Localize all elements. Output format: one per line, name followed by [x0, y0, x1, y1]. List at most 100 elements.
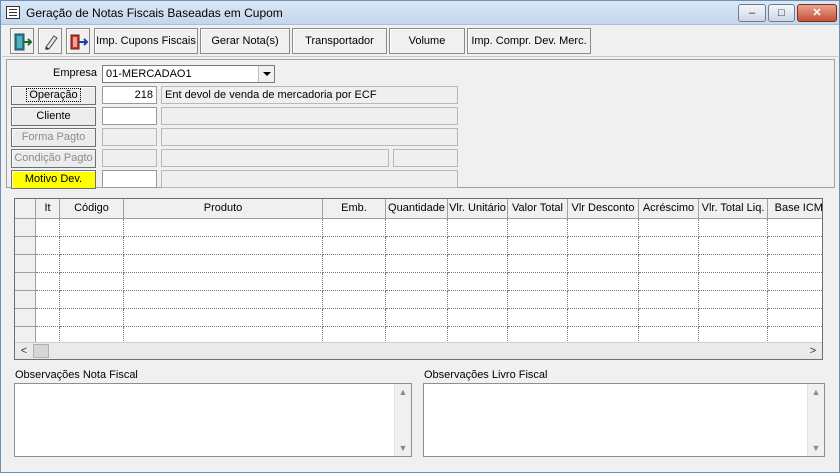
table-cell[interactable]	[386, 237, 448, 255]
table-cell[interactable]	[768, 273, 822, 291]
nota-fiscal-vertical-scrollbar[interactable]: ▲ ▼	[394, 384, 411, 456]
table-cell[interactable]	[768, 219, 822, 237]
table-cell[interactable]	[124, 237, 323, 255]
table-cell[interactable]	[60, 219, 124, 237]
table-cell[interactable]	[508, 273, 568, 291]
table-cell[interactable]	[639, 309, 699, 327]
table-cell[interactable]	[323, 237, 386, 255]
column-header-vlr-total-liq[interactable]: Vlr. Total Liq.	[699, 199, 768, 219]
column-header-it[interactable]: It	[36, 199, 60, 219]
scroll-down-icon[interactable]: ▼	[395, 440, 411, 456]
table-cell[interactable]	[386, 255, 448, 273]
transportador-button[interactable]: Transportador	[292, 28, 387, 54]
table-cell[interactable]	[508, 309, 568, 327]
table-cell[interactable]	[568, 237, 639, 255]
table-cell[interactable]	[699, 219, 768, 237]
table-cell[interactable]	[124, 309, 323, 327]
table-cell[interactable]	[699, 273, 768, 291]
table-cell[interactable]	[699, 291, 768, 309]
empresa-select[interactable]: 01-MERCADAO1	[102, 65, 275, 83]
table-cell[interactable]	[448, 255, 508, 273]
table-cell[interactable]	[386, 291, 448, 309]
operacao-code-field[interactable]: 218	[102, 86, 157, 104]
livro-fiscal-vertical-scrollbar[interactable]: ▲ ▼	[807, 384, 824, 456]
table-cell[interactable]	[699, 237, 768, 255]
table-cell[interactable]	[448, 273, 508, 291]
chevron-down-icon[interactable]	[258, 66, 274, 82]
observacoes-livro-fiscal-textarea[interactable]: ▲ ▼	[423, 383, 825, 457]
table-row[interactable]	[15, 219, 822, 237]
clear-button[interactable]	[38, 28, 62, 54]
column-header-valor-total[interactable]: Valor Total	[508, 199, 568, 219]
table-cell[interactable]	[124, 291, 323, 309]
motivo-dev-code-field[interactable]	[102, 170, 157, 188]
column-header-vlr-unitario[interactable]: Vlr. Unitário	[448, 199, 508, 219]
table-cell[interactable]	[323, 255, 386, 273]
items-grid[interactable]: It Código Produto Emb. Quantidade Vlr. U…	[14, 198, 823, 360]
table-cell[interactable]	[36, 219, 60, 237]
scroll-up-icon[interactable]: ▲	[808, 384, 824, 400]
observacoes-nota-fiscal-textarea[interactable]: ▲ ▼	[14, 383, 412, 457]
table-cell[interactable]	[386, 309, 448, 327]
table-cell[interactable]	[36, 255, 60, 273]
table-cell[interactable]	[60, 237, 124, 255]
table-cell[interactable]	[768, 237, 822, 255]
condicao-pagto-button[interactable]: Condição Pagto	[11, 149, 96, 168]
imp-cupons-fiscais-button[interactable]: Imp. Cupons Fiscais	[94, 28, 198, 54]
table-cell[interactable]	[323, 291, 386, 309]
scroll-down-icon[interactable]: ▼	[808, 440, 824, 456]
table-cell[interactable]	[323, 309, 386, 327]
table-cell[interactable]	[386, 219, 448, 237]
table-row[interactable]	[15, 291, 822, 309]
table-cell[interactable]	[568, 255, 639, 273]
table-row[interactable]	[15, 237, 822, 255]
table-cell[interactable]	[568, 309, 639, 327]
column-header-codigo[interactable]: Código	[60, 199, 124, 219]
table-cell[interactable]	[36, 291, 60, 309]
table-cell[interactable]	[448, 237, 508, 255]
table-cell[interactable]	[323, 273, 386, 291]
scroll-left-icon[interactable]: <	[16, 344, 32, 359]
table-cell[interactable]	[36, 309, 60, 327]
forma-pagto-button[interactable]: Forma Pagto	[11, 128, 96, 147]
maximize-button[interactable]: □	[768, 4, 795, 22]
table-cell[interactable]	[508, 219, 568, 237]
table-cell[interactable]	[768, 309, 822, 327]
table-cell[interactable]	[568, 219, 639, 237]
table-cell[interactable]	[36, 237, 60, 255]
table-cell[interactable]	[568, 273, 639, 291]
grid-horizontal-scrollbar[interactable]: < >	[15, 342, 822, 359]
column-header-base-icms[interactable]: Base ICMS	[768, 199, 822, 219]
column-header-vlr-desconto[interactable]: Vlr Desconto	[568, 199, 639, 219]
forma-pagto-code-field[interactable]	[102, 128, 157, 146]
operacao-button[interactable]: Operação	[11, 86, 96, 105]
table-row[interactable]	[15, 273, 822, 291]
table-cell[interactable]	[323, 219, 386, 237]
table-cell[interactable]	[639, 273, 699, 291]
table-cell[interactable]	[639, 291, 699, 309]
app-icon[interactable]	[6, 6, 20, 19]
table-cell[interactable]	[36, 273, 60, 291]
table-cell[interactable]	[60, 273, 124, 291]
table-cell[interactable]	[508, 255, 568, 273]
table-row[interactable]	[15, 309, 822, 327]
scroll-thumb[interactable]	[33, 344, 49, 358]
motivo-dev-button[interactable]: Motivo Dev.	[11, 170, 96, 189]
table-cell[interactable]	[639, 255, 699, 273]
column-header-produto[interactable]: Produto	[124, 199, 323, 219]
table-cell[interactable]	[60, 255, 124, 273]
table-cell[interactable]	[448, 219, 508, 237]
cliente-button[interactable]: Cliente	[11, 107, 96, 126]
table-row[interactable]	[15, 255, 822, 273]
scroll-up-icon[interactable]: ▲	[395, 384, 411, 400]
table-cell[interactable]	[124, 219, 323, 237]
gerar-notas-button[interactable]: Gerar Nota(s)	[200, 28, 290, 54]
scroll-right-icon[interactable]: >	[805, 344, 821, 359]
table-cell[interactable]	[768, 291, 822, 309]
table-cell[interactable]	[568, 291, 639, 309]
table-cell[interactable]	[508, 237, 568, 255]
table-cell[interactable]	[60, 291, 124, 309]
exit-button[interactable]	[10, 28, 34, 54]
table-cell[interactable]	[60, 309, 124, 327]
table-cell[interactable]	[639, 237, 699, 255]
